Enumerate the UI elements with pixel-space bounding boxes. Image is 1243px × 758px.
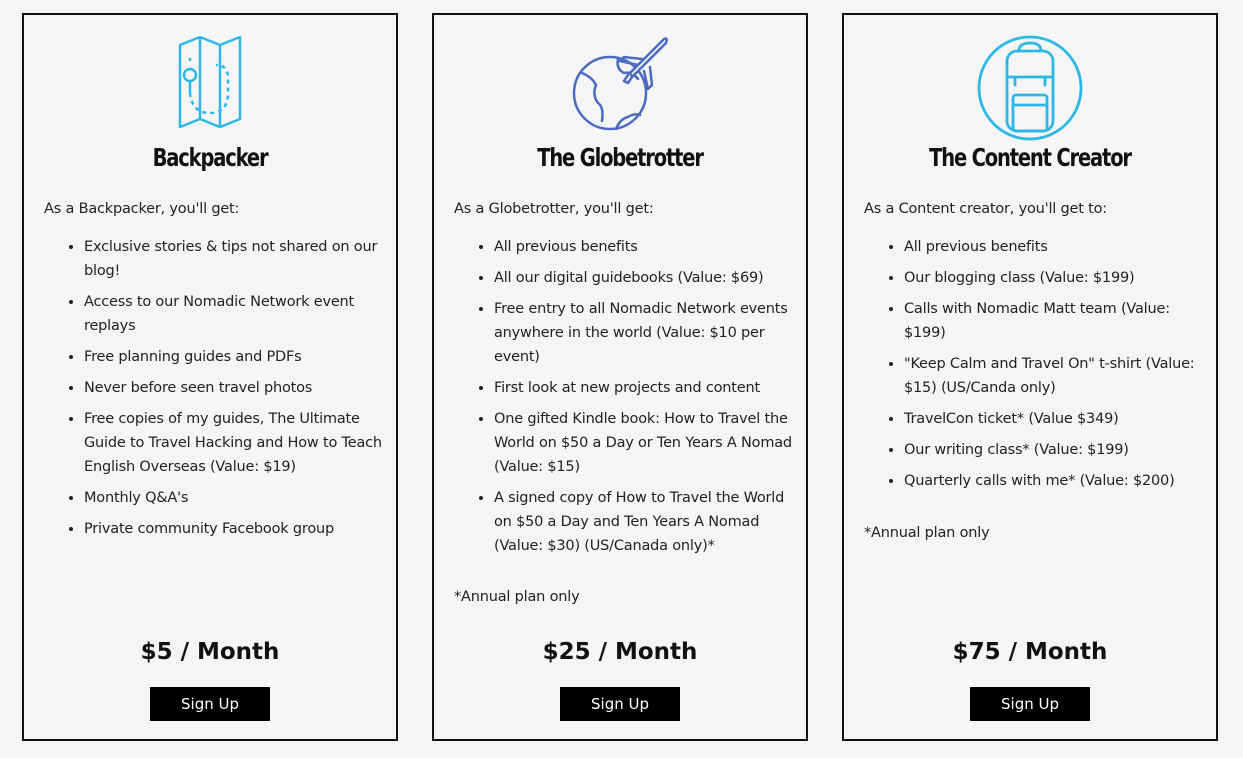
plan-card-content-creator: The Content Creator As a Content creator… bbox=[842, 13, 1218, 741]
benefits-list: Exclusive stories & tips not shared on o… bbox=[44, 235, 382, 548]
benefits-list: All previous benefits Our blogging class… bbox=[864, 235, 1202, 500]
plan-intro: As a Globetrotter, you'll get: bbox=[454, 201, 654, 217]
footnote: *Annual plan only bbox=[454, 589, 580, 605]
list-item: Exclusive stories & tips not shared on o… bbox=[84, 235, 382, 283]
pricing-plans: Backpacker As a Backpacker, you'll get: … bbox=[0, 0, 1243, 758]
plan-title: The Content Creator bbox=[929, 143, 1132, 172]
plan-price: $5 / Month bbox=[140, 639, 280, 665]
list-item: Our writing class* (Value: $199) bbox=[904, 438, 1202, 462]
backpack-icon bbox=[977, 35, 1083, 141]
globe-airplane-icon bbox=[572, 37, 668, 131]
plan-title: Backpacker bbox=[152, 143, 269, 172]
list-item: Our blogging class (Value: $199) bbox=[904, 266, 1202, 290]
list-item: Access to our Nomadic Network event repl… bbox=[84, 290, 382, 338]
list-item: All our digital guidebooks (Value: $69) bbox=[494, 266, 792, 290]
list-item: One gifted Kindle book: How to Travel th… bbox=[494, 407, 792, 479]
plan-intro: As a Backpacker, you'll get: bbox=[44, 201, 240, 217]
list-item: "Keep Calm and Travel On" t-shirt (Value… bbox=[904, 352, 1202, 400]
plan-title: The Globetrotter bbox=[537, 143, 704, 172]
sign-up-button[interactable]: Sign Up bbox=[970, 687, 1090, 721]
plan-intro: As a Content creator, you'll get to: bbox=[864, 201, 1107, 217]
list-item: A signed copy of How to Travel the World… bbox=[494, 486, 792, 558]
list-item: Monthly Q&A's bbox=[84, 486, 382, 510]
list-item: Free planning guides and PDFs bbox=[84, 345, 382, 369]
plan-card-backpacker: Backpacker As a Backpacker, you'll get: … bbox=[22, 13, 398, 741]
folded-map-icon bbox=[178, 35, 242, 129]
list-item: Free copies of my guides, The Ultimate G… bbox=[84, 407, 382, 479]
sign-up-button[interactable]: Sign Up bbox=[150, 687, 270, 721]
list-item: Private community Facebook group bbox=[84, 517, 382, 541]
plan-price: $75 / Month bbox=[952, 639, 1108, 665]
plan-card-globetrotter: The Globetrotter As a Globetrotter, you'… bbox=[432, 13, 808, 741]
list-item: All previous benefits bbox=[904, 235, 1202, 259]
plan-price: $25 / Month bbox=[542, 639, 698, 665]
footnote: *Annual plan only bbox=[864, 525, 990, 541]
list-item: All previous benefits bbox=[494, 235, 792, 259]
list-item: Quarterly calls with me* (Value: $200) bbox=[904, 469, 1202, 493]
list-item: TravelCon ticket* (Value $349) bbox=[904, 407, 1202, 431]
benefits-list: All previous benefits All our digital gu… bbox=[454, 235, 792, 565]
sign-up-button[interactable]: Sign Up bbox=[560, 687, 680, 721]
list-item: First look at new projects and content bbox=[494, 376, 792, 400]
list-item: Never before seen travel photos bbox=[84, 376, 382, 400]
list-item: Calls with Nomadic Matt team (Value: $19… bbox=[904, 297, 1202, 345]
list-item: Free entry to all Nomadic Network events… bbox=[494, 297, 792, 369]
